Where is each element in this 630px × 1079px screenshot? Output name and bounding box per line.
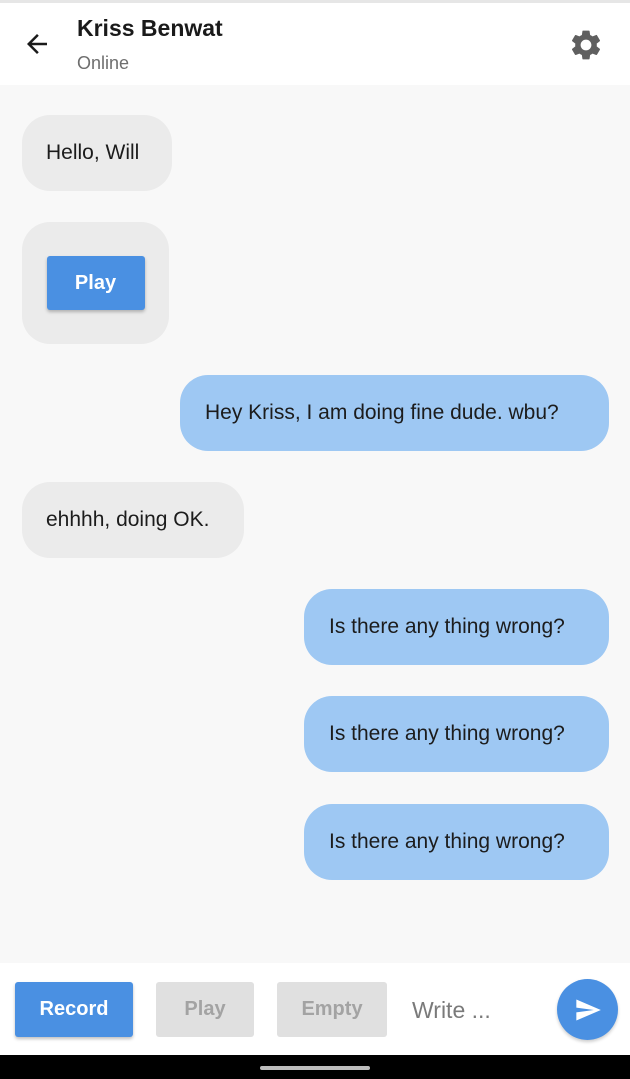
message-text: Is there any thing wrong? (329, 722, 565, 745)
send-button[interactable] (557, 979, 618, 1040)
back-button[interactable] (18, 25, 56, 63)
send-icon (575, 999, 601, 1020)
message-composer: Record Play Empty (0, 963, 630, 1055)
message-text: Hello, Will (46, 141, 140, 164)
sent-message-bubble: Is there any thing wrong? (304, 696, 609, 772)
received-message-bubble: ehhhh, doing OK. (22, 482, 244, 558)
sent-message-bubble: Hey Kriss, I am doing fine dude. wbu? (180, 375, 609, 451)
contact-name: Kriss Benwat (77, 15, 223, 41)
arrow-left-icon (27, 34, 47, 54)
settings-button[interactable] (566, 25, 606, 65)
empty-button[interactable]: Empty (277, 982, 387, 1037)
sent-message-bubble: Is there any thing wrong? (304, 804, 609, 880)
received-message-bubble: Hello, Will (22, 115, 172, 191)
contact-status: Online (77, 53, 130, 73)
system-navigation-bar (0, 1055, 630, 1079)
chat-header: Kriss Benwat Online (0, 0, 630, 85)
message-text: Is there any thing wrong? (329, 615, 565, 638)
sent-message-bubble: Is there any thing wrong? (304, 589, 609, 665)
received-audio-bubble: Play (22, 222, 169, 344)
message-list[interactable]: Hello, Will Play Hey Kriss, I am doing f… (0, 85, 630, 963)
message-text: ehhhh, doing OK. (46, 508, 210, 531)
message-play-button[interactable]: Play (46, 256, 145, 310)
message-text: Is there any thing wrong? (329, 830, 565, 853)
play-button[interactable]: Play (156, 982, 254, 1037)
message-input[interactable] (410, 987, 546, 1033)
record-button[interactable]: Record (15, 982, 133, 1037)
gear-icon (571, 30, 601, 60)
home-gesture-handle[interactable] (260, 1066, 370, 1070)
message-text: Hey Kriss, I am doing fine dude. wbu? (205, 401, 559, 424)
